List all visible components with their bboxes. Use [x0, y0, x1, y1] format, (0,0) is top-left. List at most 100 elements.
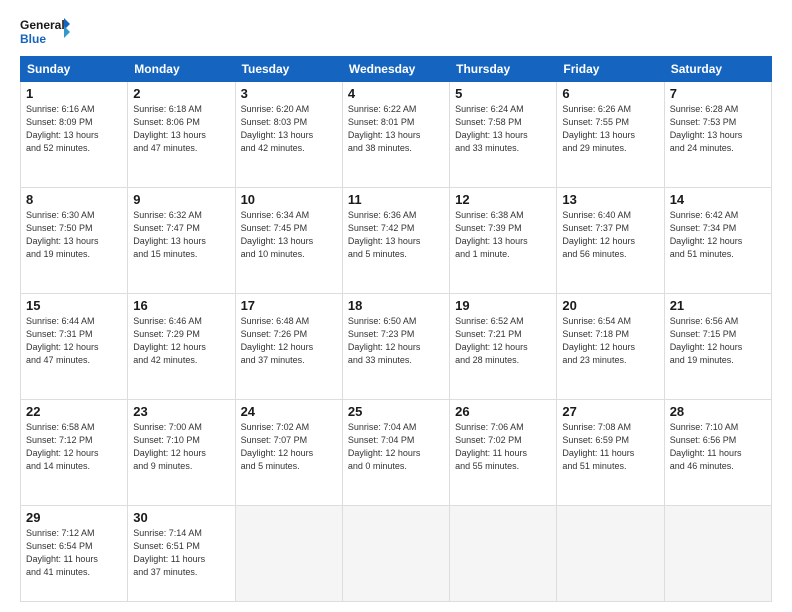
day-info: Sunrise: 6:22 AM Sunset: 8:01 PM Dayligh…	[348, 103, 444, 155]
calendar-dow-wednesday: Wednesday	[342, 57, 449, 82]
day-number: 1	[26, 86, 122, 101]
calendar-cell: 24 Sunrise: 7:02 AM Sunset: 7:07 PM Dayli…	[235, 399, 342, 505]
day-number: 27	[562, 404, 658, 419]
day-info: Sunrise: 6:34 AM Sunset: 7:45 PM Dayligh…	[241, 209, 337, 261]
calendar-cell	[450, 505, 557, 601]
day-number: 5	[455, 86, 551, 101]
day-info: Sunrise: 6:24 AM Sunset: 7:58 PM Dayligh…	[455, 103, 551, 155]
calendar-cell: 23Sunrise: 7:00 AM Sunset: 7:10 PM Dayli…	[128, 399, 235, 505]
day-info: Sunrise: 6:38 AM Sunset: 7:39 PM Dayligh…	[455, 209, 551, 261]
day-info: Sunrise: 6:28 AM Sunset: 7:53 PM Dayligh…	[670, 103, 766, 155]
calendar-cell	[557, 505, 664, 601]
day-number: 26	[455, 404, 551, 419]
day-number: 12	[455, 192, 551, 207]
day-info: Sunrise: 6:48 AM Sunset: 7:26 PM Dayligh…	[241, 315, 337, 367]
calendar-cell: 4Sunrise: 6:22 AM Sunset: 8:01 PM Daylig…	[342, 82, 449, 188]
calendar-dow-friday: Friday	[557, 57, 664, 82]
day-number: 10	[241, 192, 337, 207]
day-info: Sunrise: 7:14 AM Sunset: 6:51 PM Dayligh…	[133, 527, 229, 579]
day-info: Sunrise: 6:58 AM Sunset: 7:12 PM Dayligh…	[26, 421, 122, 473]
day-number: 9	[133, 192, 229, 207]
day-info: Sunrise: 6:16 AM Sunset: 8:09 PM Dayligh…	[26, 103, 122, 155]
day-info: Sunrise: 6:26 AM Sunset: 7:55 PM Dayligh…	[562, 103, 658, 155]
calendar-cell: 1 Sunrise: 6:16 AM Sunset: 8:09 PM Daylig…	[21, 82, 128, 188]
calendar-dow-thursday: Thursday	[450, 57, 557, 82]
calendar-cell: 21 Sunrise: 6:56 AM Sunset: 7:15 PM Dayli…	[664, 293, 771, 399]
day-number: 3	[241, 86, 337, 101]
calendar-table: SundayMondayTuesdayWednesdayThursdayFrid…	[20, 56, 772, 602]
calendar-cell: 16Sunrise: 6:46 AM Sunset: 7:29 PM Dayli…	[128, 293, 235, 399]
calendar-cell: 14 Sunrise: 6:42 AM Sunset: 7:34 PM Dayli…	[664, 187, 771, 293]
calendar-cell	[235, 505, 342, 601]
day-info: Sunrise: 7:02 AM Sunset: 7:07 PM Dayligh…	[241, 421, 337, 473]
day-number: 20	[562, 298, 658, 313]
calendar-cell: 2Sunrise: 6:18 AM Sunset: 8:06 PM Daylig…	[128, 82, 235, 188]
logo: General Blue	[20, 16, 70, 48]
day-number: 7	[670, 86, 766, 101]
day-info: Sunrise: 6:44 AM Sunset: 7:31 PM Dayligh…	[26, 315, 122, 367]
day-number: 11	[348, 192, 444, 207]
calendar-cell	[342, 505, 449, 601]
day-number: 15	[26, 298, 122, 313]
calendar-cell: 8Sunrise: 6:30 AM Sunset: 7:50 PM Daylig…	[21, 187, 128, 293]
day-number: 19	[455, 298, 551, 313]
calendar-cell: 26 Sunrise: 7:06 AM Sunset: 7:02 PM Dayli…	[450, 399, 557, 505]
calendar-week-1: 1 Sunrise: 6:16 AM Sunset: 8:09 PM Daylig…	[21, 82, 772, 188]
calendar-cell: 6 Sunrise: 6:26 AM Sunset: 7:55 PM Daylig…	[557, 82, 664, 188]
day-number: 13	[562, 192, 658, 207]
calendar-header-row: SundayMondayTuesdayWednesdayThursdayFrid…	[21, 57, 772, 82]
day-number: 14	[670, 192, 766, 207]
day-info: Sunrise: 7:00 AM Sunset: 7:10 PM Dayligh…	[133, 421, 229, 473]
calendar-week-3: 15 Sunrise: 6:44 AM Sunset: 7:31 PM Dayli…	[21, 293, 772, 399]
day-number: 30	[133, 510, 229, 525]
calendar-cell: 22 Sunrise: 6:58 AM Sunset: 7:12 PM Dayli…	[21, 399, 128, 505]
svg-text:Blue: Blue	[20, 32, 46, 46]
calendar-cell: 19 Sunrise: 6:52 AM Sunset: 7:21 PM Dayli…	[450, 293, 557, 399]
calendar-cell: 18 Sunrise: 6:50 AM Sunset: 7:23 PM Dayli…	[342, 293, 449, 399]
day-info: Sunrise: 6:56 AM Sunset: 7:15 PM Dayligh…	[670, 315, 766, 367]
calendar-cell: 17Sunrise: 6:48 AM Sunset: 7:26 PM Dayli…	[235, 293, 342, 399]
day-number: 25	[348, 404, 444, 419]
day-number: 22	[26, 404, 122, 419]
day-info: Sunrise: 6:50 AM Sunset: 7:23 PM Dayligh…	[348, 315, 444, 367]
calendar-cell	[664, 505, 771, 601]
day-number: 8	[26, 192, 122, 207]
calendar-cell: 10 Sunrise: 6:34 AM Sunset: 7:45 PM Dayli…	[235, 187, 342, 293]
calendar-cell: 20 Sunrise: 6:54 AM Sunset: 7:18 PM Dayli…	[557, 293, 664, 399]
calendar-dow-monday: Monday	[128, 57, 235, 82]
day-number: 28	[670, 404, 766, 419]
day-info: Sunrise: 7:12 AM Sunset: 6:54 PM Dayligh…	[26, 527, 122, 579]
day-number: 2	[133, 86, 229, 101]
calendar-week-2: 8Sunrise: 6:30 AM Sunset: 7:50 PM Daylig…	[21, 187, 772, 293]
calendar-cell: 5 Sunrise: 6:24 AM Sunset: 7:58 PM Daylig…	[450, 82, 557, 188]
day-number: 6	[562, 86, 658, 101]
calendar-dow-sunday: Sunday	[21, 57, 128, 82]
calendar-dow-saturday: Saturday	[664, 57, 771, 82]
calendar-cell: 13Sunrise: 6:40 AM Sunset: 7:37 PM Dayli…	[557, 187, 664, 293]
calendar-cell: 29 Sunrise: 7:12 AM Sunset: 6:54 PM Dayli…	[21, 505, 128, 601]
day-number: 29	[26, 510, 122, 525]
day-info: Sunrise: 6:42 AM Sunset: 7:34 PM Dayligh…	[670, 209, 766, 261]
calendar-cell: 7 Sunrise: 6:28 AM Sunset: 7:53 PM Daylig…	[664, 82, 771, 188]
calendar-cell: 11 Sunrise: 6:36 AM Sunset: 7:42 PM Dayli…	[342, 187, 449, 293]
header: General Blue	[20, 16, 772, 48]
svg-text:General: General	[20, 18, 65, 32]
day-info: Sunrise: 7:10 AM Sunset: 6:56 PM Dayligh…	[670, 421, 766, 473]
day-info: Sunrise: 7:04 AM Sunset: 7:04 PM Dayligh…	[348, 421, 444, 473]
day-info: Sunrise: 6:54 AM Sunset: 7:18 PM Dayligh…	[562, 315, 658, 367]
calendar-cell: 3 Sunrise: 6:20 AM Sunset: 8:03 PM Daylig…	[235, 82, 342, 188]
calendar-cell: 30 Sunrise: 7:14 AM Sunset: 6:51 PM Dayli…	[128, 505, 235, 601]
calendar-cell: 9Sunrise: 6:32 AM Sunset: 7:47 PM Daylig…	[128, 187, 235, 293]
day-info: Sunrise: 6:52 AM Sunset: 7:21 PM Dayligh…	[455, 315, 551, 367]
calendar-cell: 25 Sunrise: 7:04 AM Sunset: 7:04 PM Dayli…	[342, 399, 449, 505]
day-number: 24	[241, 404, 337, 419]
day-info: Sunrise: 6:20 AM Sunset: 8:03 PM Dayligh…	[241, 103, 337, 155]
calendar-week-4: 22 Sunrise: 6:58 AM Sunset: 7:12 PM Dayli…	[21, 399, 772, 505]
calendar-week-5: 29 Sunrise: 7:12 AM Sunset: 6:54 PM Dayli…	[21, 505, 772, 601]
calendar-cell: 27Sunrise: 7:08 AM Sunset: 6:59 PM Dayli…	[557, 399, 664, 505]
day-info: Sunrise: 6:36 AM Sunset: 7:42 PM Dayligh…	[348, 209, 444, 261]
day-info: Sunrise: 7:06 AM Sunset: 7:02 PM Dayligh…	[455, 421, 551, 473]
day-number: 18	[348, 298, 444, 313]
page: General Blue SundayMondayTuesdayWednesda…	[0, 0, 792, 612]
day-number: 21	[670, 298, 766, 313]
